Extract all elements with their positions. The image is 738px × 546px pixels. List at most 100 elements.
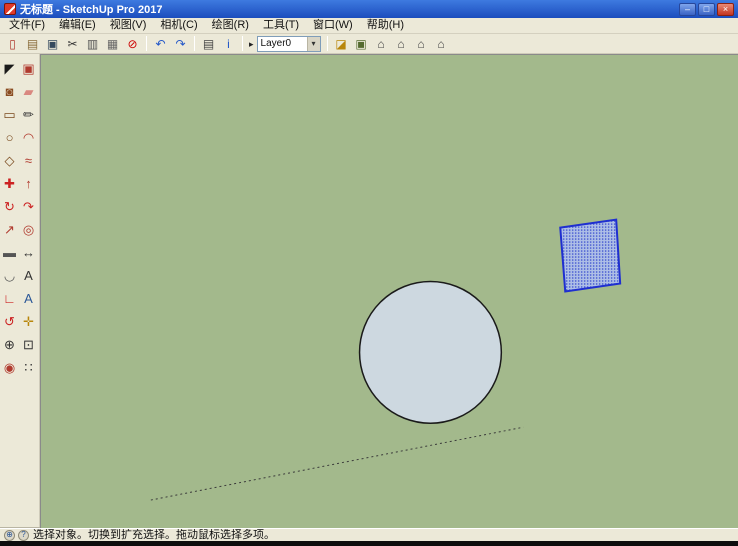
circle-tool[interactable]: ○ [0,127,19,149]
front-view-icon: ⌂ [377,38,384,50]
copy-button[interactable]: ▥ [83,35,102,53]
menu-file[interactable]: 文件(F) [2,18,52,34]
model-info-icon: i [227,38,230,50]
line-icon: ✏ [23,104,34,126]
redo-button[interactable]: ↷ [171,35,190,53]
walk-icon: ∷ [24,357,32,379]
minimize-button[interactable]: – [679,3,696,16]
status-message: 选择对象。切换到扩充选择。拖动鼠标选择多项。 [33,529,275,542]
move-tool[interactable]: ✚ [0,173,19,195]
dimension-tool[interactable]: ↔ [19,242,38,264]
window-title: 无标题 - SketchUp Pro 2017 [20,1,675,17]
main-area: ◤▣◙▰▭✏○◠◇≈✚↑↻↷↗◎▬↔◡A∟A↺✛⊕⊡◉∷ [0,54,738,528]
top-view-icon: ▣ [355,38,366,50]
rotate-tool[interactable]: ↻ [0,196,19,218]
3d-text-tool[interactable]: A [19,288,38,310]
follow-me-tool[interactable]: ↷ [19,196,38,218]
geolocation-icon[interactable]: ⊕ [4,530,15,541]
close-button[interactable]: × [717,3,734,16]
cut-icon: ✂ [67,38,77,50]
drawn-circle-face[interactable] [360,282,502,424]
eraser-tool[interactable]: ▰ [19,81,38,103]
right-view-button[interactable]: ⌂ [392,35,411,53]
status-icons: ⊕? [4,530,29,541]
left-view-button[interactable]: ⌂ [432,35,451,53]
menu-window[interactable]: 窗口(W) [306,18,360,34]
paste-button[interactable]: ▦ [103,35,122,53]
title-bar[interactable]: 无标题 - SketchUp Pro 2017 – □ × [0,0,738,18]
menu-draw[interactable]: 绘图(R) [205,18,256,34]
canvas-svg [41,55,738,528]
paint-bucket-tool[interactable]: ◙ [0,81,19,103]
orbit-tool[interactable]: ↺ [0,311,19,333]
layer-dropdown[interactable]: Layer0 ▾ [257,36,321,52]
print-button[interactable]: ▤ [199,35,218,53]
menu-bar: 文件(F)编辑(E)视图(V)相机(C)绘图(R)工具(T)窗口(W)帮助(H) [0,18,738,34]
toolbar-separator [242,36,243,51]
line-tool[interactable]: ✏ [19,104,38,126]
cut-button[interactable]: ✂ [63,35,82,53]
arc-tool[interactable]: ◠ [19,127,38,149]
top-view-button[interactable]: ▣ [352,35,371,53]
tape-measure-tool[interactable]: ▬ [0,242,19,264]
rectangle-icon: ▭ [3,104,15,126]
open-button[interactable]: ▤ [23,35,42,53]
protractor-tool[interactable]: ◡ [0,265,19,287]
toolbar: ▯▤▣✂▥▦⊘ ↶↷ ▤i ▸ Layer0 ▾ ◪▣⌂⌂⌂⌂ [0,34,738,54]
circle-icon: ○ [6,127,14,149]
offset-tool[interactable]: ◎ [19,219,38,241]
zoom-tool[interactable]: ⊕ [0,334,19,356]
text-tool[interactable]: A [19,265,38,287]
walk-tool[interactable]: ∷ [19,357,38,379]
rectangle-tool[interactable]: ▭ [0,104,19,126]
layer-prev-icon[interactable]: ▸ [249,36,254,52]
menu-camera[interactable]: 相机(C) [153,18,204,34]
front-view-button[interactable]: ⌂ [372,35,391,53]
sketchup-logo-icon [4,3,16,15]
save-button[interactable]: ▣ [43,35,62,53]
chevron-down-icon[interactable]: ▾ [307,37,320,51]
move-icon: ✚ [4,173,15,195]
polygon-icon: ◇ [5,150,15,172]
back-view-button[interactable]: ⌂ [412,35,431,53]
status-bar: ⊕? 选择对象。切换到扩充选择。拖动鼠标选择多项。 [0,528,738,541]
scale-icon: ↗ [4,219,15,241]
pan-tool[interactable]: ✛ [19,311,38,333]
canvas-background[interactable] [41,55,738,528]
delete-button[interactable]: ⊘ [123,35,142,53]
push-pull-tool[interactable]: ↑ [19,173,38,195]
scale-tool[interactable]: ↗ [0,219,19,241]
position-camera-tool[interactable]: ◉ [0,357,19,379]
iso-view-button[interactable]: ◪ [332,35,351,53]
layer-dropdown-value: Layer0 [261,38,292,49]
make-component-icon: ▣ [22,58,34,80]
selected-rectangle-face[interactable] [560,220,620,292]
back-view-icon: ⌂ [417,38,424,50]
sketchup-window: 无标题 - SketchUp Pro 2017 – □ × 文件(F)编辑(E)… [0,0,738,546]
toolbar-extra-group: ▤i [199,35,238,53]
follow-me-icon: ↷ [23,196,34,218]
menu-help[interactable]: 帮助(H) [360,18,411,34]
drawing-canvas[interactable] [40,54,738,528]
select-tool[interactable]: ◤ [0,58,19,80]
help-icon[interactable]: ? [18,530,29,541]
layers-combo: ▸ Layer0 ▾ [249,36,321,52]
polygon-tool[interactable]: ◇ [0,150,19,172]
print-icon: ▤ [203,38,214,50]
menu-edit[interactable]: 编辑(E) [52,18,103,34]
menu-view[interactable]: 视图(V) [103,18,154,34]
freehand-icon: ≈ [25,150,32,172]
new-button[interactable]: ▯ [3,35,22,53]
undo-button[interactable]: ↶ [151,35,170,53]
maximize-button[interactable]: □ [698,3,715,16]
dimension-icon: ↔ [22,242,35,264]
toolbar-undo-redo-group: ↶↷ [151,35,190,53]
zoom-extents-tool[interactable]: ⊡ [19,334,38,356]
paste-icon: ▦ [107,38,118,50]
make-component-tool[interactable]: ▣ [19,58,38,80]
model-info-button[interactable]: i [219,35,238,53]
left-view-icon: ⌂ [437,38,444,50]
axes-tool[interactable]: ∟ [0,288,19,310]
freehand-tool[interactable]: ≈ [19,150,38,172]
menu-tools[interactable]: 工具(T) [256,18,306,34]
